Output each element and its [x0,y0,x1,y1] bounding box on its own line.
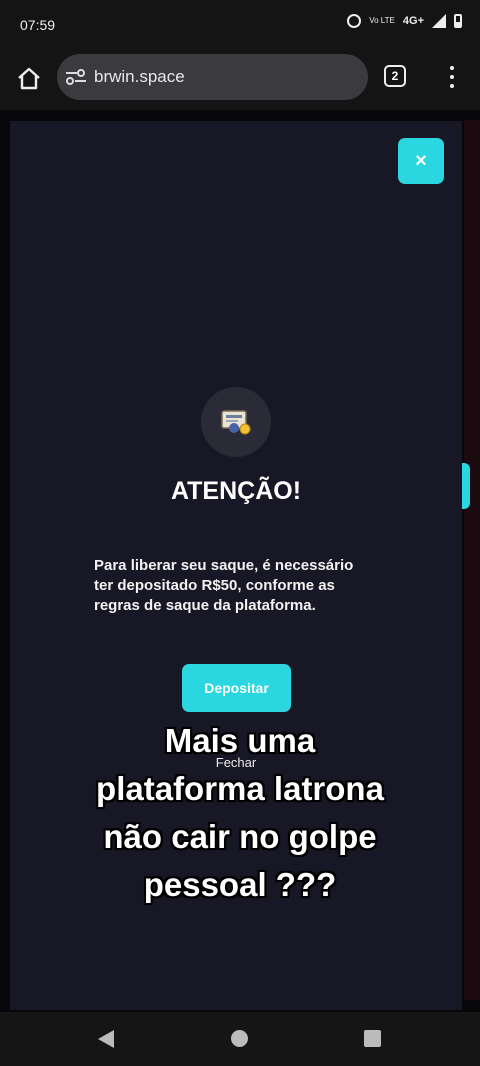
signal-icon [432,14,446,28]
home-icon[interactable] [231,1030,248,1047]
address-bar[interactable]: brwin.space [57,54,368,100]
status-bar: 07:59 Vo LTE 4G+ [0,0,480,52]
site-settings-icon[interactable] [65,68,87,86]
tab-switcher-button[interactable]: 2 [384,65,406,87]
more-options-icon[interactable] [446,66,458,88]
close-button[interactable]: × [398,138,444,184]
volte-indicator: Vo LTE [369,16,395,25]
deposit-button[interactable]: Depositar [182,664,291,712]
recents-icon[interactable] [364,1030,381,1047]
browser-toolbar: brwin.space 2 [0,52,480,110]
home-icon [18,67,40,90]
alarm-icon [347,14,362,28]
modal-title: ATENÇÃO! [170,477,302,505]
caption-line: não cair no golpe [103,818,377,855]
system-nav-bar [0,1012,480,1066]
back-icon[interactable] [98,1030,114,1048]
battery-icon [454,14,462,28]
certificate-icon [201,387,271,457]
video-caption: Mais uma plataforma latrona não cair no … [0,717,480,909]
status-icons: Vo LTE 4G+ [347,14,462,28]
caption-line: Mais uma [164,722,316,759]
home-button[interactable] [14,64,44,94]
status-time: 07:59 [20,17,56,33]
network-type: 4G+ [402,15,424,27]
url-text: brwin.space [94,67,185,86]
caption-line: pessoal ??? [143,866,337,903]
caption-line: plataforma latrona [96,770,384,807]
modal-message: Para liberar seu saque, é necessário ter… [94,557,354,614]
